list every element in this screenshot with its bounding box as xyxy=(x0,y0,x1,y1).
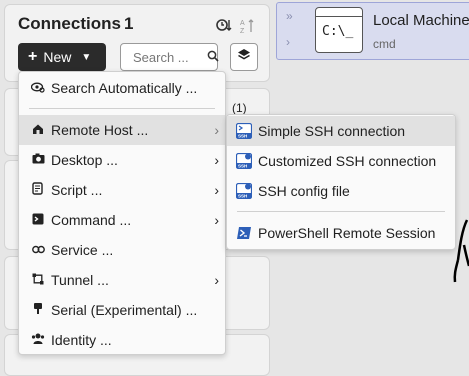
serial-plug-icon xyxy=(31,302,45,318)
submenu-item-label: Customized SSH connection xyxy=(258,153,437,169)
sort-alphabetical-icon[interactable]: AZ xyxy=(240,18,256,37)
menu-item-label: Identity ... xyxy=(51,332,112,348)
submenu-item-powershell-remote[interactable]: PowerShell Remote Session xyxy=(227,218,455,248)
menu-item-search-automatically[interactable]: Search Automatically ... xyxy=(19,73,225,103)
menu-item-label: Remote Host ... xyxy=(51,122,149,138)
group-count: (1) xyxy=(232,101,247,115)
menu-item-identity[interactable]: Identity ... xyxy=(19,325,225,355)
command-prompt-icon xyxy=(31,213,45,228)
svg-text:Z: Z xyxy=(240,28,245,34)
connection-count: 1 xyxy=(124,14,134,33)
stick-figure-illustration xyxy=(453,219,469,283)
submenu-item-label: Simple SSH connection xyxy=(258,123,406,139)
svg-text:SSH: SSH xyxy=(238,193,247,198)
menu-separator xyxy=(29,108,215,109)
menu-item-label: Script ... xyxy=(51,182,103,198)
remote-host-submenu: SSH Simple SSH connection SSH Customized… xyxy=(226,114,456,250)
link-icon xyxy=(31,243,45,257)
chevron-right-icon: › xyxy=(214,182,219,198)
new-connection-button[interactable]: + New ▼ xyxy=(18,43,106,71)
chevron-right-icon: › xyxy=(214,152,219,168)
submenu-item-label: SSH config file xyxy=(258,183,350,199)
plus-icon: + xyxy=(28,48,38,65)
menu-item-remote-host[interactable]: Remote Host ... › xyxy=(19,115,225,145)
svg-text:A: A xyxy=(240,20,245,27)
new-connection-menu: Search Automatically ... Remote Host ...… xyxy=(18,71,226,355)
double-chevron-right-icon[interactable]: » xyxy=(286,9,293,23)
search-field[interactable] xyxy=(120,43,219,71)
menu-item-label: Command ... xyxy=(51,212,132,228)
connection-tile-local-machine[interactable]: » › C:\_ Local Machine cmd xyxy=(276,2,469,60)
menu-item-command[interactable]: Command ... › xyxy=(19,205,225,235)
chevron-right-icon: › xyxy=(214,212,219,228)
sidebar-title: Connections xyxy=(18,14,121,33)
layers-icon xyxy=(237,48,251,67)
terminal-prompt-text: C:\_ xyxy=(322,24,354,39)
menu-item-serial[interactable]: Serial (Experimental) ... xyxy=(19,295,225,325)
menu-item-service[interactable]: Service ... xyxy=(19,235,225,265)
menu-item-script[interactable]: Script ... › xyxy=(19,175,225,205)
submenu-separator xyxy=(237,211,445,212)
search-eye-icon xyxy=(30,81,45,96)
menu-item-label: Service ... xyxy=(51,242,114,258)
search-icon xyxy=(207,50,219,65)
submenu-item-ssh-config[interactable]: SSH SSH config file xyxy=(227,176,455,206)
sidebar-header: Connections 1 AZ + New ▼ xyxy=(18,8,268,78)
layers-button[interactable] xyxy=(230,43,258,71)
menu-item-desktop[interactable]: Desktop ... › xyxy=(19,145,225,175)
submenu-item-customized-ssh[interactable]: SSH Customized SSH connection xyxy=(227,146,455,176)
chevron-right-icon: › xyxy=(214,122,219,138)
camera-icon xyxy=(31,153,45,167)
script-icon xyxy=(31,182,45,198)
new-button-label: New xyxy=(43,49,72,65)
caret-down-icon: ▼ xyxy=(81,51,92,63)
menu-item-tunnel[interactable]: Tunnel ... › xyxy=(19,265,225,295)
menu-item-label: Desktop ... xyxy=(51,152,118,168)
submenu-item-label: PowerShell Remote Session xyxy=(258,225,436,241)
home-icon xyxy=(31,123,45,138)
menu-item-label: Tunnel ... xyxy=(51,272,109,288)
chevron-right-icon[interactable]: › xyxy=(286,35,290,49)
identity-icon xyxy=(31,333,45,347)
ssh-file-icon: SSH xyxy=(236,183,252,199)
tunnel-icon xyxy=(31,273,45,288)
chevron-right-icon: › xyxy=(214,272,219,288)
menu-item-label: Serial (Experimental) ... xyxy=(51,302,198,318)
svg-text:SSH: SSH xyxy=(238,133,247,138)
sort-by-time-icon[interactable] xyxy=(216,18,232,35)
powershell-icon xyxy=(236,225,252,241)
ssh-gear-icon: SSH xyxy=(236,153,252,169)
connection-subtitle: cmd xyxy=(373,37,396,51)
connection-name: Local Machine xyxy=(373,12,469,29)
menu-item-label: Search Automatically ... xyxy=(51,80,198,96)
search-input[interactable] xyxy=(131,48,205,66)
terminal-icon: C:\_ xyxy=(315,7,363,53)
submenu-item-simple-ssh[interactable]: SSH Simple SSH connection xyxy=(227,116,455,146)
ssh-icon: SSH xyxy=(236,123,252,139)
svg-text:SSH: SSH xyxy=(238,163,247,168)
